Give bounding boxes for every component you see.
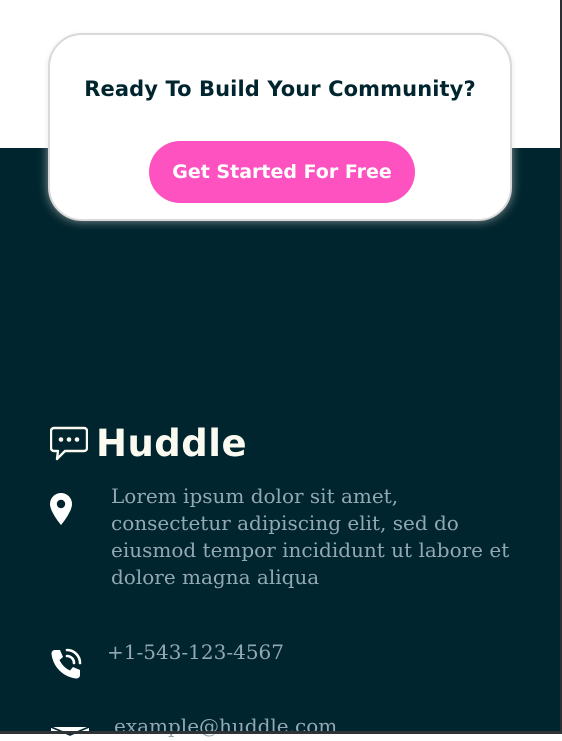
address-text: Lorem ipsum dolor sit amet, consectetur … (111, 484, 510, 589)
phone-number[interactable]: +1-543-123-4567 (107, 639, 284, 666)
huddle-logo[interactable]: Huddle (49, 422, 248, 465)
get-started-button[interactable]: Get Started For Free (149, 141, 415, 203)
location-pin-icon (49, 492, 73, 526)
brand-name: Huddle (96, 422, 248, 465)
phone-icon (49, 647, 83, 681)
email-address[interactable]: example@huddle.com (114, 713, 337, 740)
chat-bubble-icon (49, 426, 89, 462)
cta-title: Ready To Build Your Community? (84, 77, 476, 101)
cta-card: Ready To Build Your Community? Get Start… (48, 33, 512, 221)
